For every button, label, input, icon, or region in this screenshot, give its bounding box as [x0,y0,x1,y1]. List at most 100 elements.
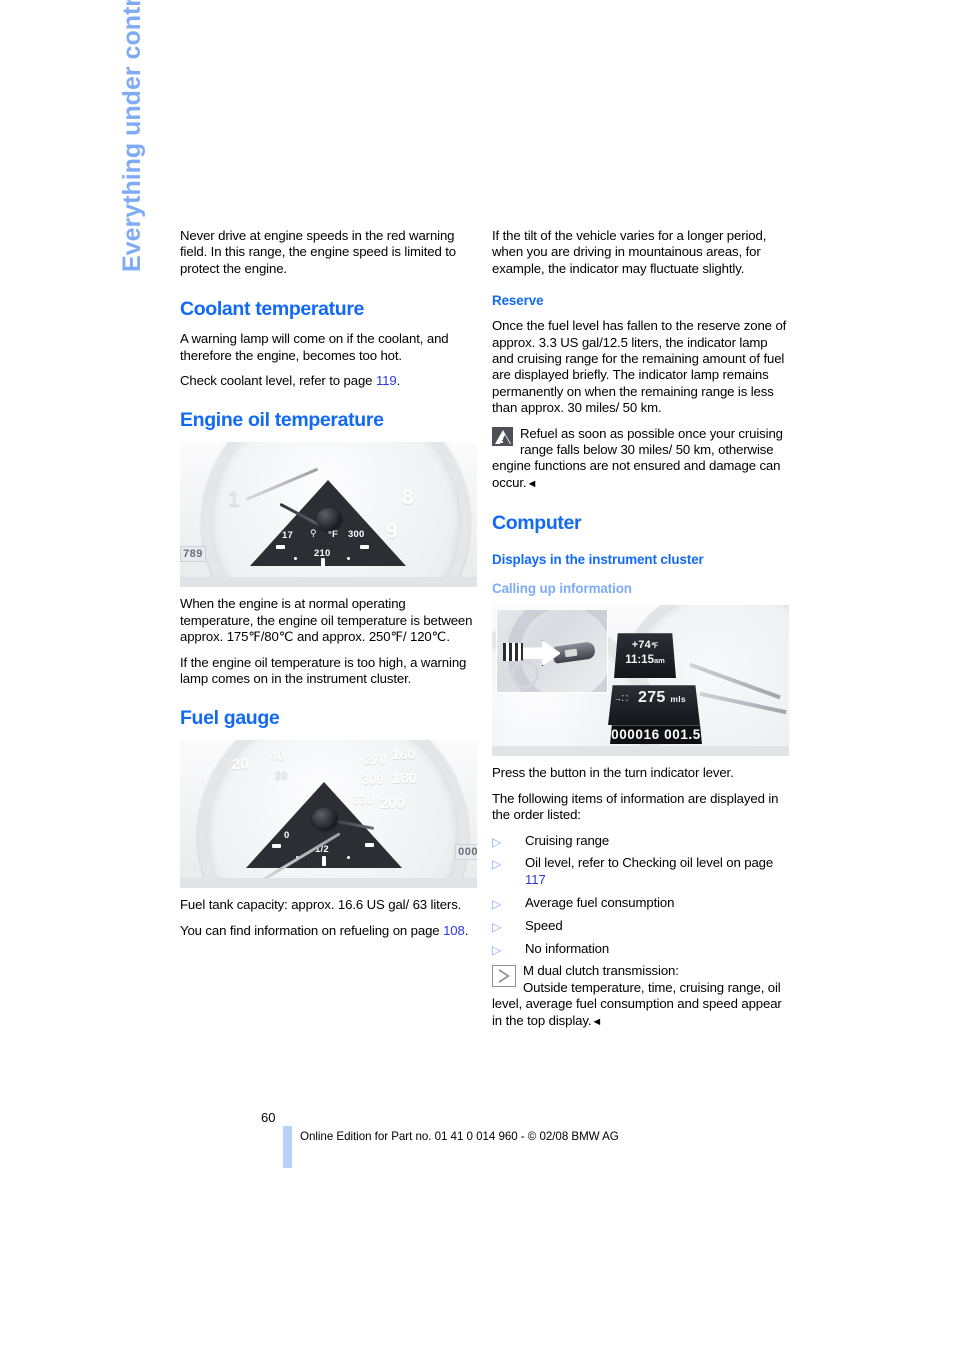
tilt-paragraph: If the tilt of the vehicle varies for a … [492,228,767,276]
speed-label-160: 160 [392,746,416,763]
cruising-range-value: 275 [638,689,666,707]
warning-triangle-icon [492,426,513,446]
computer-paragraph-2: The following items of information are d… [492,790,779,823]
subheading-calling-up-information: Calling up information [492,581,632,597]
oil-gauge-low-label: 17 [282,530,293,542]
figure-bottom-edge [180,878,477,889]
list-item: ▷ Speed [492,918,789,934]
odometer-trip-strip: 000016 001.5 [610,725,702,745]
speed-label-300: 300 [362,772,384,788]
figure-bottom-edge [492,746,789,757]
fuel-tick-left [272,844,281,849]
page-number: 60 [261,1110,276,1125]
figure-engine-oil-temperature: 1 8 9 17 ⚲ °F 300 210 789 [180,442,477,588]
list-item: ▷ Average fuel consumption [492,895,789,911]
list-item-label: Average fuel consumption [525,894,675,910]
engine-oil-paragraph-2: If the engine oil temperature is too hig… [180,654,467,687]
fuel-gauge-paragraph-2: You can find information on refueling on… [180,923,477,939]
list-item-label: No information [525,940,610,956]
speed-label-180: 180 [392,770,418,788]
turn-indicator-lever-inset [496,609,608,694]
oil-tick-right [360,545,369,550]
tach-label-1: 1 [228,488,240,512]
fuel-scale-zero: 0 [284,830,290,842]
dual-clutch-end-mark: ◄ [591,1015,603,1028]
fuel-refer-period: . [464,922,469,938]
clock-value: 11:15 [625,654,654,667]
edition-line: Online Edition for Part no. 01 41 0 014 … [300,1130,619,1143]
oil-tick-left [276,545,285,550]
information-items-list: ▷ Cruising range ▷ Oil level, refer to Che… [492,833,789,957]
oil-can-icon: ⚲ [310,528,317,539]
triangle-bullet-icon: ▷ [492,857,502,872]
heading-fuel-gauge: Fuel gauge [180,707,280,730]
tach-label-8: 8 [402,486,414,510]
reserve-warning-note: Refuel as soon as possible once your cru… [492,426,789,493]
outside-temp-unit: ℉ [650,641,659,651]
oil-gauge-unit-label: °F [328,529,339,541]
outside-temperature-readout: +74℉ [614,639,676,651]
odometer-value: 000016 [611,727,660,743]
odometer-fragment: 789 [180,546,206,563]
cruising-range-unit: mls [670,694,686,705]
list-item-label: Cruising range [525,832,610,848]
cruising-range-readout: 275 mls [638,689,686,707]
page-xref-108[interactable]: 108 [443,923,465,938]
speed-label-330: 330 [352,792,374,808]
computer-paragraph-1: Press the button in the turn indicator l… [492,765,734,781]
dual-clutch-label: M dual clutch transmission: [523,963,679,979]
page-xref-117[interactable]: 117 [525,872,546,887]
list-item: ▷ Oil level, refer to Checking oil level … [492,855,789,888]
reserve-paragraph-1: Once the fuel level has fallen to the re… [492,318,787,416]
dual-clutch-note: M dual clutch transmission: Outside temp… [492,963,789,1030]
heading-computer: Computer [492,512,582,535]
intro-paragraph: Never drive at engine speeds in the red … [180,228,456,276]
trip-value: 001.5 [664,727,701,743]
list-item-label: Oil level, refer to Checking oil level o… [525,855,774,871]
coolant-refer-text: Check coolant level, refer to page [180,373,376,389]
fuel-refer-text: You can find information on refueling on… [180,922,444,938]
triangle-bullet-icon: ▷ [492,942,502,957]
speed-label-40: 40 [270,748,285,764]
heading-reserve: Reserve [492,293,544,309]
list-item-label: Speed [525,917,563,933]
list-item: ▷ Cruising range [492,833,789,849]
page-xref-119[interactable]: 119 [376,373,397,388]
right-text-column: If the tilt of the vehicle varies for a … [492,228,789,1039]
list-item: ▷ No information [492,941,789,957]
clock-readout: 11:15am [614,654,676,666]
boxed-triangle-icon [492,965,516,988]
oil-gauge-max-label: 300 [348,529,365,541]
coolant-paragraph-2: Check coolant level, refer to page 119. [180,373,477,389]
figure-fuel-gauge: 20 40 20 270 300 330 160 180 200 ⛶ 0 1/2… [180,740,477,889]
tach-label-9: 9 [386,520,398,544]
fuel-gauge-paragraph-1: Fuel tank capacity: approx. 16.6 US gal/… [180,897,462,913]
finger-press-lines [503,643,523,662]
reserve-end-mark: ◄ [526,477,538,490]
outside-temp-value: +74 [631,639,651,652]
figure-instrument-cluster-computer: +74℉ 11:15am →⛶ 275 mls 000016 001.5 [492,605,789,757]
heading-coolant-temperature: Coolant temperature [180,298,365,321]
triangle-bullet-icon: ▷ [492,896,502,911]
chapter-side-tab: Everything under control [118,0,146,272]
fuel-tick-right [365,843,374,848]
coolant-paragraph-1: A warning lamp will come on if the coola… [180,331,449,363]
left-text-column: Never drive at engine speeds in the red … [180,228,477,948]
speed-label-20b: 20 [275,770,288,783]
odometer-fragment: 000 [455,844,477,861]
speed-label-20a: 20 [232,756,249,774]
coolant-refer-period: . [396,373,401,389]
fuel-tick-center [322,856,326,867]
cruising-range-fuel-icon: →⛶ [614,694,628,704]
clock-ampm: am [653,656,665,666]
speed-label-200: 200 [380,795,406,813]
triangle-bullet-icon: ▷ [492,834,502,849]
speed-label-270: 270 [365,752,387,768]
engine-oil-paragraph-1: When the engine is at normal operating t… [180,596,473,645]
manual-page: Everything under control Never drive at … [0,0,954,1350]
figure-bottom-edge [180,577,477,588]
dual-clutch-text: Outside temperature, time, cruising rang… [492,979,782,1028]
lcd-top-display: +74℉ 11:15am [614,633,676,679]
footer-accent-bar [283,1126,292,1168]
oil-tick-center [321,558,325,568]
